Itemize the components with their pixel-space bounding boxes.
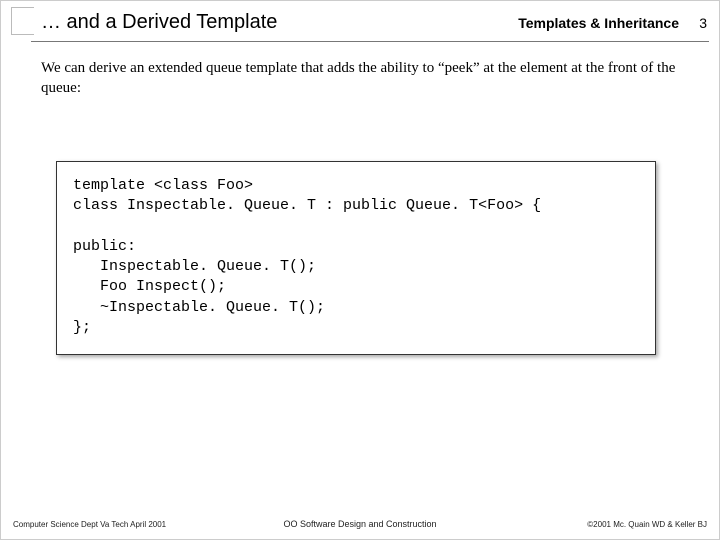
footer-right: ©2001 Mc. Quain WD & Keller BJ [587, 520, 707, 529]
intro-text: We can derive an extended queue template… [41, 59, 689, 98]
slide-header: … and a Derived Template Templates & Inh… [1, 11, 719, 41]
slide-footer: Computer Science Dept Va Tech April 2001… [1, 509, 719, 529]
code-box: template <class Foo> class Inspectable. … [56, 161, 656, 355]
code-content: template <class Foo> class Inspectable. … [73, 176, 639, 338]
slide: … and a Derived Template Templates & Inh… [0, 0, 720, 540]
chapter-label: Templates & Inheritance [518, 15, 679, 31]
header-rule [31, 41, 709, 42]
page-number: 3 [699, 15, 707, 31]
slide-title: … and a Derived Template [41, 11, 277, 34]
